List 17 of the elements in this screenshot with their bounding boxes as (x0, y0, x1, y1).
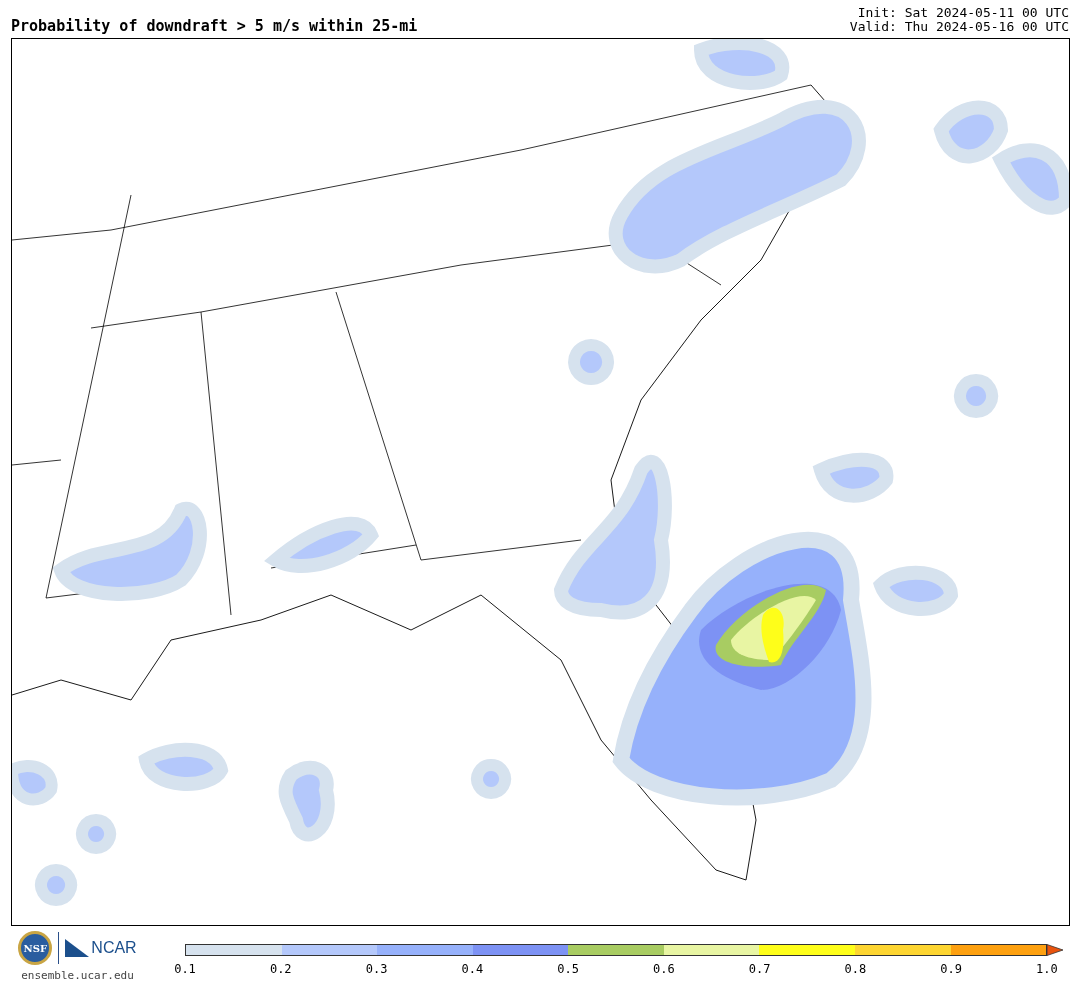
colorbar-tick-label: 0.2 (268, 961, 293, 978)
colorbar-tick-label: 0.6 (652, 961, 676, 978)
nsf-logo: NSF (18, 931, 53, 965)
colorbar-tick-label: 0.1 (173, 961, 197, 978)
colorbar-tick-label: 0.7 (747, 961, 772, 978)
colorbar-tick-label: 0.5 (556, 961, 580, 978)
colorbar-tick-label: 0.3 (364, 961, 389, 978)
valid-time: Valid: Thu 2024-05-16 00 UTC (849, 20, 1069, 34)
colorbar-tick-label: 1.0 (1035, 961, 1059, 978)
colorbar-tick-label: 0.4 (460, 961, 485, 978)
colorbar-tick-label: 0.9 (939, 961, 963, 978)
chart-title: Probability of downdraft > 5 m/s within 25-mi (11, 19, 418, 34)
ncar-wave-icon (65, 939, 90, 957)
init-time: Init: Sat 2024-05-11 00 UTC (857, 6, 1069, 20)
website-url: ensemble.ucar.edu (21, 968, 134, 984)
ncar-logo: NCAR (91, 938, 137, 958)
colorbar-tick-label: 0.8 (843, 961, 868, 978)
